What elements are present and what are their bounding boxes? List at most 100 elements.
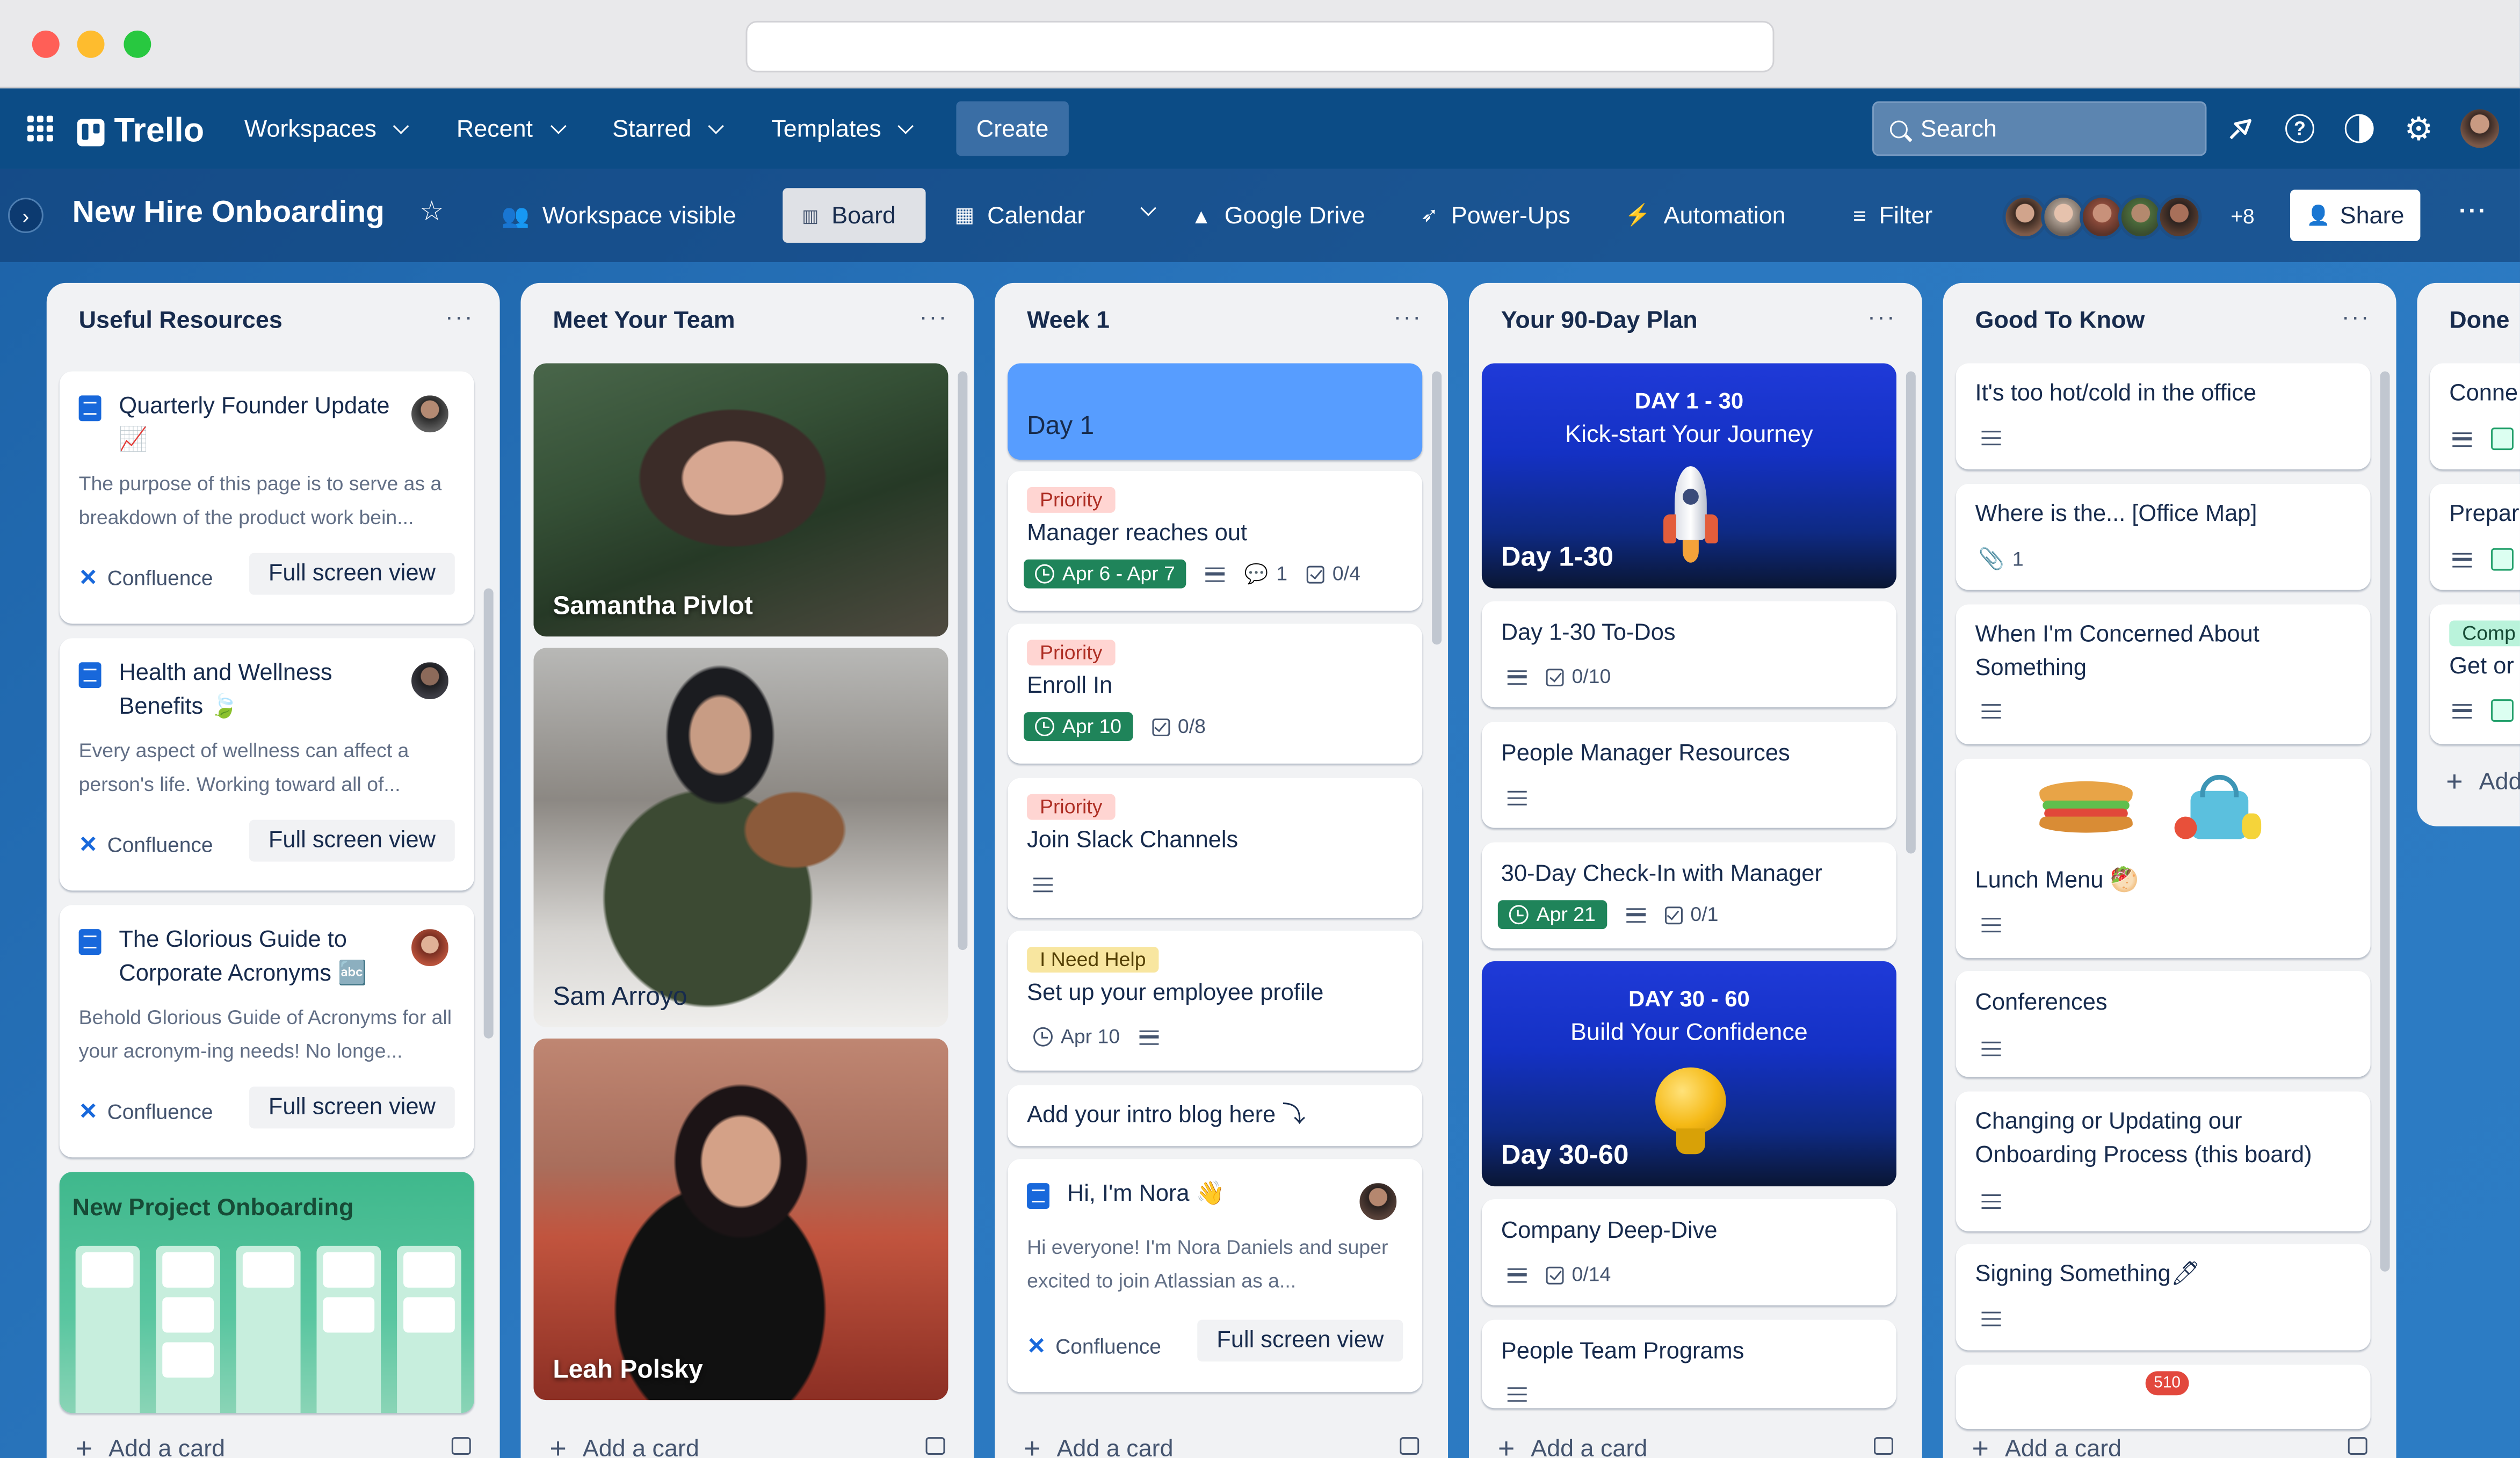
card-signing-something[interactable]: Signing Something🖊 [1956,1244,2371,1351]
power-ups-button[interactable]: ➶ Power-Ups [1421,188,1570,243]
list-scrollbar[interactable] [1906,371,1916,854]
add-card-button[interactable]: + Add a card [1972,1432,2121,1458]
card-company-deep-dive[interactable]: Company Deep-Dive 0/14 [1481,1199,1896,1305]
full-screen-view-button[interactable]: Full screen view [249,1086,455,1129]
card-photo-leah[interactable]: Leah Polsky [533,1038,948,1401]
card-quarterly-founder-update[interactable]: Quarterly Founder Update 📈 The purpose o… [59,371,474,624]
add-card-button[interactable]: + Add a card [76,1432,225,1458]
card-health-wellness-benefits[interactable]: Health and Wellness Benefits 🍃 Every asp… [59,638,474,891]
card-day-1-30-todos[interactable]: Day 1-30 To-Dos 0/10 [1481,601,1896,708]
card-hot-cold-office[interactable]: It's too hot/cold in the office [1956,363,2371,470]
nav-recent[interactable]: Recent [440,101,580,156]
more-views-chevron-icon[interactable] [1140,200,1156,216]
board-members[interactable] [2002,194,2202,240]
card-done-1[interactable]: Conne [2430,363,2520,470]
automation-button[interactable]: ⚡ Automation [1625,188,1785,243]
card-day-1[interactable]: Day 1 [1008,363,1423,460]
star-icon[interactable]: ☆ [419,196,444,228]
card-enroll-in[interactable]: Priority Enroll In Apr 10 0/8 [1008,623,1423,764]
member-avatar[interactable] [2156,194,2202,240]
list-scrollbar[interactable] [483,588,494,1039]
list-title[interactable]: Good To Know [1975,307,2145,335]
list-menu-dots-icon[interactable]: ··· [445,304,474,331]
card-office-map[interactable]: Where is the... [Office Map] 📎 1 [1956,484,2371,590]
list-scrollbar[interactable] [1432,371,1442,645]
card-people-team-programs[interactable]: People Team Programs [1481,1319,1896,1409]
card-template-icon[interactable] [925,1437,945,1455]
maximize-window-button[interactable] [124,30,151,58]
address-bar[interactable] [745,20,1775,72]
card-intro-blog[interactable]: Add your intro blog here ⤵ [1008,1085,1423,1147]
card-lunch-menu[interactable]: Lunch Menu 🥙 [1956,758,2371,959]
nav-workspaces[interactable]: Workspaces [228,101,423,156]
card-conferences[interactable]: Conferences [1956,971,2371,1077]
due-date-badge[interactable]: Apr 21 [1497,900,1607,930]
due-date-badge[interactable]: Apr 10 [1024,712,1133,741]
card-template-icon[interactable] [2348,1437,2367,1455]
card-manager-reaches-out[interactable]: Priority Manager reaches out Apr 6 - Apr… [1008,471,1423,611]
user-avatar[interactable] [2460,109,2500,148]
filter-button[interactable]: ≡ Filter [1853,188,1932,243]
list-title[interactable]: Done [2449,307,2509,335]
card-done-2[interactable]: Prepar [2430,484,2520,590]
list-menu-dots-icon[interactable]: ··· [2342,304,2371,331]
card-join-slack-channels[interactable]: Priority Join Slack Channels [1008,778,1423,918]
card-hi-im-nora[interactable]: Hi, I'm Nora 👋 Hi everyone! I'm Nora Dan… [1008,1159,1423,1392]
card-employee-profile[interactable]: I Need Help Set up your employee profile… [1008,931,1423,1071]
card-template-icon[interactable] [1400,1437,1420,1455]
card-photo-sam[interactable]: Sam Arroyo [533,648,948,1027]
card-photo-samantha[interactable]: Samantha Pivlot [533,363,948,637]
share-button[interactable]: 👤 Share [2290,190,2421,242]
list-title[interactable]: Meet Your Team [553,307,735,335]
card-done-3[interactable]: Comp Get or [2430,604,2520,744]
google-drive-button[interactable]: ▲ Google Drive [1191,188,1365,243]
help-icon[interactable]: ? [2285,114,2314,143]
nav-starred[interactable]: Starred [596,101,738,156]
more-members-count[interactable]: +8 [2231,204,2254,228]
list-title[interactable]: Week 1 [1027,307,1110,335]
board-title[interactable]: New Hire Onboarding [73,196,385,231]
due-date-badge[interactable]: Apr 10 [1033,1026,1120,1048]
expand-sidebar-chevron-icon[interactable]: › [8,198,44,234]
theme-icon[interactable] [2344,114,2374,143]
board-menu-dots-icon[interactable]: ··· [2459,198,2488,225]
view-calendar-tab[interactable]: ▦ Calendar [954,188,1085,243]
card-template-icon[interactable] [1874,1437,1893,1455]
notifications-icon[interactable] [2226,114,2255,143]
card-updating-onboarding-process[interactable]: Changing or Updating our Onboarding Proc… [1956,1091,2371,1231]
add-card-button[interactable]: + Add a card [549,1432,699,1458]
add-card-button[interactable]: + Add a card [1498,1432,1647,1458]
search-input[interactable]: Search [1872,101,2207,156]
card-30-day-checkin[interactable]: 30-Day Check-In with Manager Apr 21 0/1 [1481,842,1896,949]
minimize-window-button[interactable] [77,30,105,58]
card-day-30-60[interactable]: DAY 30 - 60 Build Your Confidence Day 30… [1481,961,1896,1187]
close-window-button[interactable] [32,30,60,58]
list-scrollbar[interactable] [958,371,968,951]
list-title[interactable]: Your 90-Day Plan [1501,307,1698,335]
card-people-manager-resources[interactable]: People Manager Resources [1481,722,1896,828]
app-switcher-icon[interactable] [27,115,53,142]
list-menu-dots-icon[interactable]: ··· [1393,304,1422,331]
list-menu-dots-icon[interactable]: ··· [919,304,948,331]
list-menu-dots-icon[interactable]: ··· [1867,304,1896,331]
card-template-icon[interactable] [451,1437,471,1455]
card-new-project-onboarding[interactable]: New Project Onboarding [59,1172,474,1413]
trello-logo[interactable]: Trello [77,113,204,151]
card-day-1-30[interactable]: DAY 1 - 30 Kick-start Your Journey Day 1… [1481,363,1896,589]
settings-gear-icon[interactable]: ⚙ [2404,110,2433,150]
add-card-button[interactable]: + Add [2446,765,2520,799]
list-title[interactable]: Useful Resources [79,307,283,335]
nav-templates[interactable]: Templates [755,101,928,156]
full-screen-view-button[interactable]: Full screen view [249,819,455,862]
full-screen-view-button[interactable]: Full screen view [1197,1319,1403,1362]
view-board-tab[interactable]: ▥ Board [783,188,926,243]
visibility-button[interactable]: 👥 Workspace visible [502,188,736,243]
add-card-button[interactable]: + Add a card [1024,1432,1173,1458]
create-button[interactable]: Create [956,101,1069,156]
card-concerned-about-something[interactable]: When I'm Concerned About Something [1956,604,2371,744]
card-corporate-acronyms[interactable]: The Glorious Guide to Corporate Acronyms… [59,905,474,1158]
full-screen-view-button[interactable]: Full screen view [249,553,455,595]
card-partial[interactable]: 510 [1956,1365,2371,1430]
due-date-badge[interactable]: Apr 6 - Apr 7 [1024,559,1186,589]
list-scrollbar[interactable] [2380,371,2390,1272]
